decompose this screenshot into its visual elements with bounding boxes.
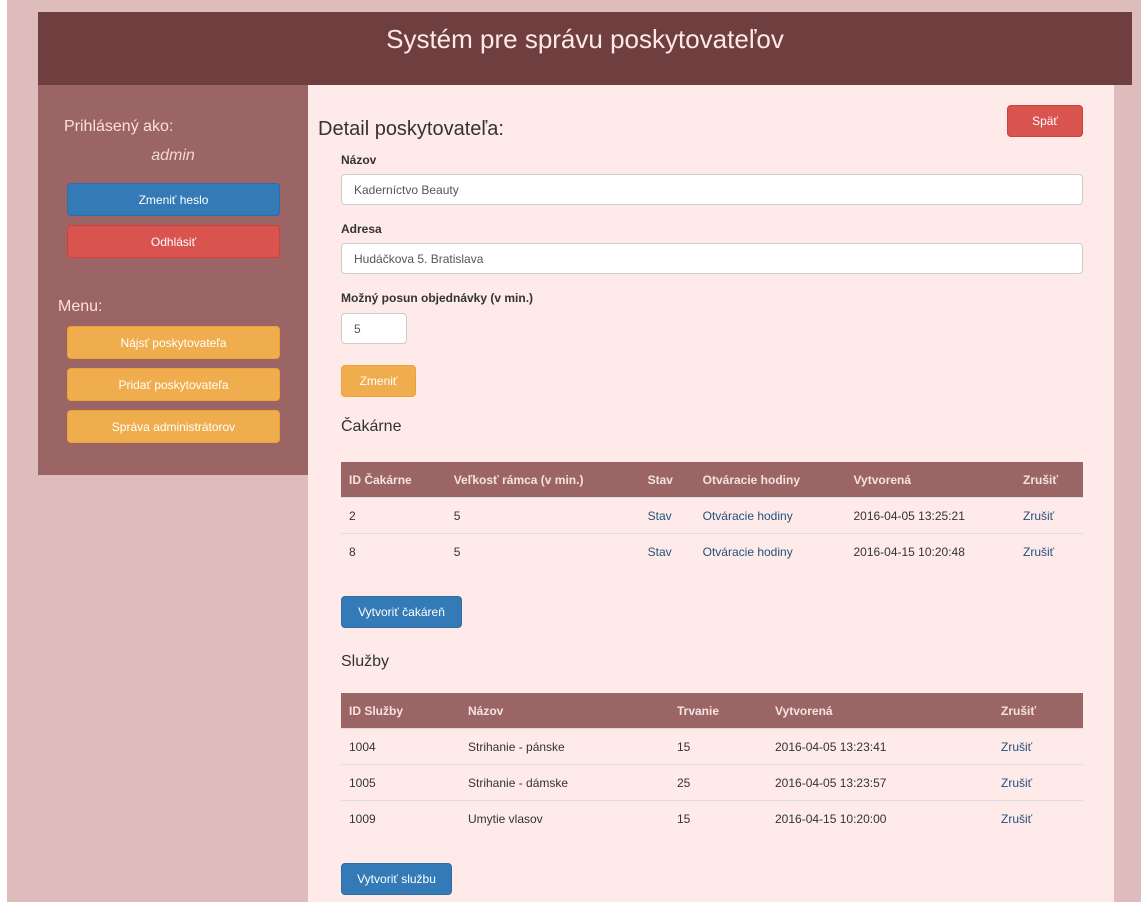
column-header: Trvanie: [669, 693, 767, 729]
page-title: Detail poskytovateľa:: [318, 118, 504, 140]
table-header-row: ID Služby Názov Trvanie Vytvorená Zrušiť: [341, 693, 1083, 729]
waiting-room-id: 8: [341, 533, 446, 569]
column-header: Názov: [460, 693, 669, 729]
column-header: Vytvorená: [767, 693, 993, 729]
status-link[interactable]: Stav: [639, 533, 695, 569]
service-id: 1004: [341, 728, 460, 765]
column-header: Vytvorená: [845, 462, 1015, 498]
username: admin: [151, 147, 195, 164]
menu-label: Menu:: [58, 298, 103, 315]
service-name: Strihanie - dámske: [460, 764, 669, 801]
column-header: Zrušiť: [993, 693, 1083, 729]
change-password-button[interactable]: Zmeniť heslo: [67, 183, 280, 216]
frame-size: 5: [445, 533, 640, 569]
cancel-link[interactable]: Zrušiť: [993, 764, 1083, 801]
order-shift-input[interactable]: 5: [341, 313, 407, 344]
name-input[interactable]: Kaderníctvo Beauty: [341, 174, 1083, 205]
services-table: ID Služby Názov Trvanie Vytvorená Zrušiť…: [341, 693, 1083, 836]
waiting-room-id: 2: [341, 497, 446, 534]
app-title: Systém pre správu poskytovateľov: [386, 24, 784, 54]
address-input[interactable]: Hudáčkova 5. Bratislava: [341, 243, 1083, 274]
address-label: Adresa: [341, 222, 382, 236]
create-waiting-room-button[interactable]: Vytvoriť čakáreň: [341, 596, 462, 628]
created-date: 2016-04-15 10:20:00: [767, 800, 993, 836]
back-button[interactable]: Späť: [1007, 105, 1083, 137]
cancel-link[interactable]: Zrušiť: [993, 728, 1083, 765]
change-button[interactable]: Zmeniť: [341, 365, 416, 397]
name-label: Názov: [341, 153, 377, 167]
column-header: Zrušiť: [1015, 462, 1083, 498]
logout-button[interactable]: Odhlásiť: [67, 225, 280, 258]
service-duration: 15: [669, 728, 767, 765]
waiting-rooms-table: ID Čakárne Veľkosť rámca (v min.) Stav O…: [341, 462, 1083, 569]
cancel-link[interactable]: Zrušiť: [993, 800, 1083, 836]
create-service-button[interactable]: Vytvoriť službu: [341, 863, 452, 895]
services-heading: Služby: [341, 653, 390, 670]
service-name: Strihanie - pánske: [460, 728, 669, 765]
service-duration: 25: [669, 764, 767, 801]
table-row: 1009 Umytie vlasov 15 2016-04-15 10:20:0…: [341, 800, 1083, 836]
service-name: Umytie vlasov: [460, 800, 669, 836]
sidebar: Prihlásený ako: admin Zmeniť heslo Odhlá…: [38, 85, 308, 475]
table-row: 8 5 Stav Otváracie hodiny 2016-04-15 10:…: [341, 533, 1083, 569]
opening-hours-link[interactable]: Otváracie hodiny: [694, 497, 846, 534]
logged-in-label: Prihlásený ako:: [64, 118, 174, 135]
created-date: 2016-04-05 13:23:41: [767, 728, 993, 765]
status-link[interactable]: Stav: [639, 497, 695, 534]
order-shift-label: Možný posun objednávky (v min.): [341, 291, 534, 305]
header: Systém pre správu poskytovateľov: [38, 12, 1132, 85]
column-header: Otváracie hodiny: [694, 462, 846, 498]
opening-hours-link[interactable]: Otváracie hodiny: [694, 533, 846, 569]
created-date: 2016-04-05 13:23:57: [767, 764, 993, 801]
column-header: ID Čakárne: [341, 462, 446, 498]
cancel-link[interactable]: Zrušiť: [1015, 533, 1083, 569]
column-header: Stav: [639, 462, 695, 498]
created-date: 2016-04-05 13:25:21: [845, 497, 1015, 534]
column-header: Veľkosť rámca (v min.): [445, 462, 640, 498]
table-row: 1004 Strihanie - pánske 15 2016-04-05 13…: [341, 728, 1083, 765]
table-row: 2 5 Stav Otváracie hodiny 2016-04-05 13:…: [341, 497, 1083, 534]
waiting-rooms-heading: Čakárne: [341, 418, 402, 435]
frame-size: 5: [445, 497, 640, 534]
cancel-link[interactable]: Zrušiť: [1015, 497, 1083, 534]
service-id: 1005: [341, 764, 460, 801]
menu-item-add-provider[interactable]: Pridať poskytovateľa: [67, 368, 280, 401]
table-row: 1005 Strihanie - dámske 25 2016-04-05 13…: [341, 764, 1083, 801]
column-header: ID Služby: [341, 693, 460, 729]
created-date: 2016-04-15 10:20:48: [845, 533, 1015, 569]
main-content: Detail poskytovateľa: Späť Názov Kaderní…: [308, 85, 1114, 902]
table-header-row: ID Čakárne Veľkosť rámca (v min.) Stav O…: [341, 462, 1083, 498]
menu-item-find-provider[interactable]: Nájsť poskytovateľa: [67, 326, 280, 359]
service-id: 1009: [341, 800, 460, 836]
menu-item-manage-admins[interactable]: Správa administrátorov: [67, 410, 280, 443]
service-duration: 15: [669, 800, 767, 836]
